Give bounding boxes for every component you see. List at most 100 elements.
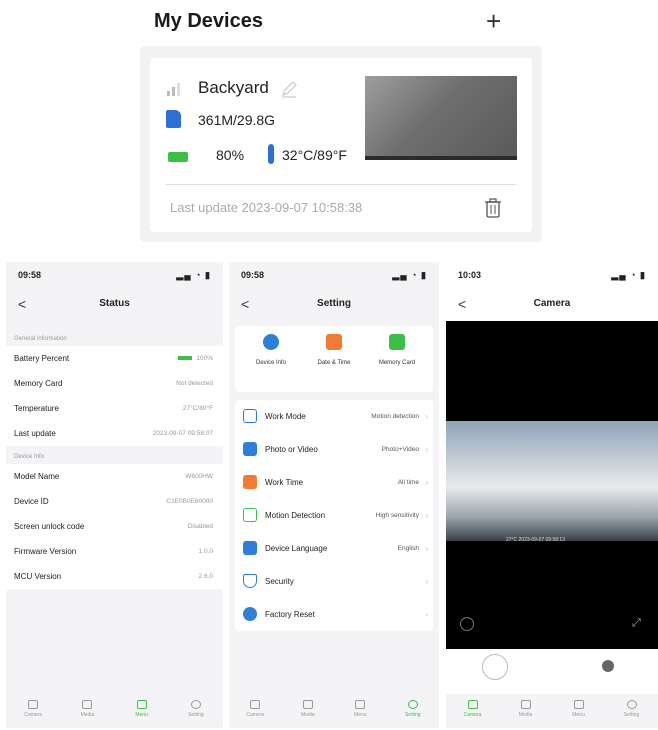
tab-setting[interactable]: Setting (387, 700, 440, 718)
gear-icon (407, 700, 418, 709)
device-language-row[interactable]: Device Language English › (235, 532, 433, 565)
screen-title: Camera (533, 298, 571, 309)
tab-camera[interactable]: Camera (446, 700, 499, 718)
row-value: High sensitivity (375, 512, 419, 519)
date-time-button[interactable]: Date & Time (304, 334, 364, 366)
camera-preview[interactable] (365, 76, 517, 160)
device-info-button[interactable]: Device Info (241, 334, 301, 366)
osd-text: 27°C 2023-09-07 09:58:13 (506, 537, 565, 543)
motion-icon (243, 508, 257, 522)
tab-label: Menu (572, 712, 585, 718)
screen-title: Setting (317, 298, 351, 309)
chevron-right-icon: › (425, 610, 428, 619)
media-icon (302, 700, 313, 709)
row-label: Device Language (265, 544, 328, 553)
tab-menu[interactable]: Menu (115, 700, 169, 718)
quick-actions: Device Info Date & Time Memory Card (235, 326, 433, 392)
row-label: Last update (14, 429, 56, 438)
tab-media[interactable]: Media (499, 700, 552, 718)
row-label: Temperature (14, 404, 59, 413)
quick-label: Memory Card (378, 360, 416, 366)
tab-menu[interactable]: Menu (334, 700, 387, 718)
snapshot-button[interactable] (602, 660, 614, 672)
tab-label: Camera (463, 712, 482, 718)
tab-label: Menu (353, 712, 367, 718)
row-label: Factory Reset (265, 610, 315, 619)
add-device-button[interactable]: + (486, 6, 501, 36)
row-value: 27°C/80°F (182, 405, 213, 412)
work-time-row[interactable]: Work Time All time › (235, 466, 433, 499)
tab-setting[interactable]: Setting (605, 700, 658, 718)
chevron-right-icon: › (425, 511, 428, 520)
memory-card-row: Memory Card Not detected (6, 371, 223, 396)
tab-menu[interactable]: Menu (552, 700, 605, 718)
row-value: All time (397, 479, 419, 486)
audio-icon[interactable] (460, 617, 474, 631)
status-bar: 09:58 ▂▄ ◔ ▮ (229, 262, 439, 284)
tab-bar: Camera Media Menu Setting (6, 694, 223, 728)
section-header: Device Info (6, 450, 223, 464)
record-button[interactable] (482, 654, 508, 680)
clock: 09:58 (18, 270, 42, 280)
battery-percent-row: Battery Percent 100% (6, 346, 223, 371)
memory-card-button[interactable]: Memory Card (367, 334, 427, 366)
device-card[interactable]: Backyard 361M/29.8G 80% 32°C/89°F Last u… (150, 58, 532, 232)
trash-icon[interactable] (484, 198, 502, 218)
row-label: Model Name (14, 472, 60, 481)
row-label: Memory Card (14, 379, 63, 388)
gear-icon (243, 607, 257, 621)
tab-setting[interactable]: Setting (169, 700, 223, 718)
row-value: Not detected (176, 380, 213, 387)
card-divider (166, 184, 516, 185)
status-indicators: ▂▄ ◔ ▮ (611, 270, 646, 280)
status-indicators: ▂▄ ◔ ▮ (176, 270, 211, 280)
row-label: Motion Detection (265, 511, 326, 520)
security-row[interactable]: Security › (235, 565, 433, 598)
temperature-value: 32°C/89°F (282, 147, 347, 163)
motion-detection-row[interactable]: Motion Detection High sensitivity › (235, 499, 433, 532)
tab-camera[interactable]: Camera (6, 700, 60, 718)
row-value: 1.0.0 (198, 548, 213, 555)
row-label: Work Mode (265, 412, 306, 421)
status-screen: 09:58 ▂▄ ◔ ▮ < Status General informatio… (6, 262, 223, 728)
nav-bar: < Setting (229, 296, 439, 316)
row-value: Disabled (187, 523, 213, 530)
temperature-row: Temperature 27°C/80°F (6, 396, 223, 421)
shield-icon (243, 574, 257, 588)
photo-video-row[interactable]: Photo or Video Photo+Video › (235, 433, 433, 466)
media-icon (82, 700, 93, 709)
tab-bar: Camera Media Menu Setting (229, 694, 439, 728)
edit-name-icon[interactable] (280, 80, 298, 98)
battery-percent-value: 100% (196, 355, 213, 362)
camera-icon (467, 700, 478, 709)
row-value: English (397, 545, 419, 552)
device-id-row: Device ID C1E0B0E60000 (6, 489, 223, 514)
menu-icon (136, 700, 147, 709)
row-value: 2023-09-07 09:58:07 (152, 430, 213, 437)
page-title: My Devices (154, 10, 263, 32)
quick-label: Date & Time (317, 360, 351, 366)
tab-camera[interactable]: Camera (229, 700, 282, 718)
tab-label: Setting (404, 712, 421, 718)
live-view[interactable]: 27°C 2023-09-07 09:58:13 ⤢ (446, 321, 658, 649)
screen-unlock-row: Screen unlock code Disabled (6, 514, 223, 539)
battery-icon (168, 152, 188, 162)
photo-video-icon (243, 442, 257, 456)
tab-media[interactable]: Media (282, 700, 335, 718)
row-value: Motion detection (371, 413, 419, 420)
signal-icon (167, 83, 180, 96)
tab-media[interactable]: Media (60, 700, 114, 718)
tab-bar: Camera Media Menu Setting (446, 694, 658, 728)
row-label: Security (265, 577, 294, 586)
chevron-right-icon: › (425, 445, 428, 454)
fullscreen-icon[interactable]: ⤢ (632, 617, 641, 630)
chevron-right-icon: › (425, 577, 428, 586)
sd-card-icon (166, 110, 181, 128)
storage-value: 361M/29.8G (198, 112, 276, 128)
clock-icon (243, 475, 257, 489)
menu-icon (573, 700, 584, 709)
row-value: 2.6.0 (198, 573, 213, 580)
factory-reset-row[interactable]: Factory Reset › (235, 598, 433, 631)
work-mode-row[interactable]: Work Mode Motion detection › (235, 400, 433, 433)
gear-icon (190, 700, 201, 709)
